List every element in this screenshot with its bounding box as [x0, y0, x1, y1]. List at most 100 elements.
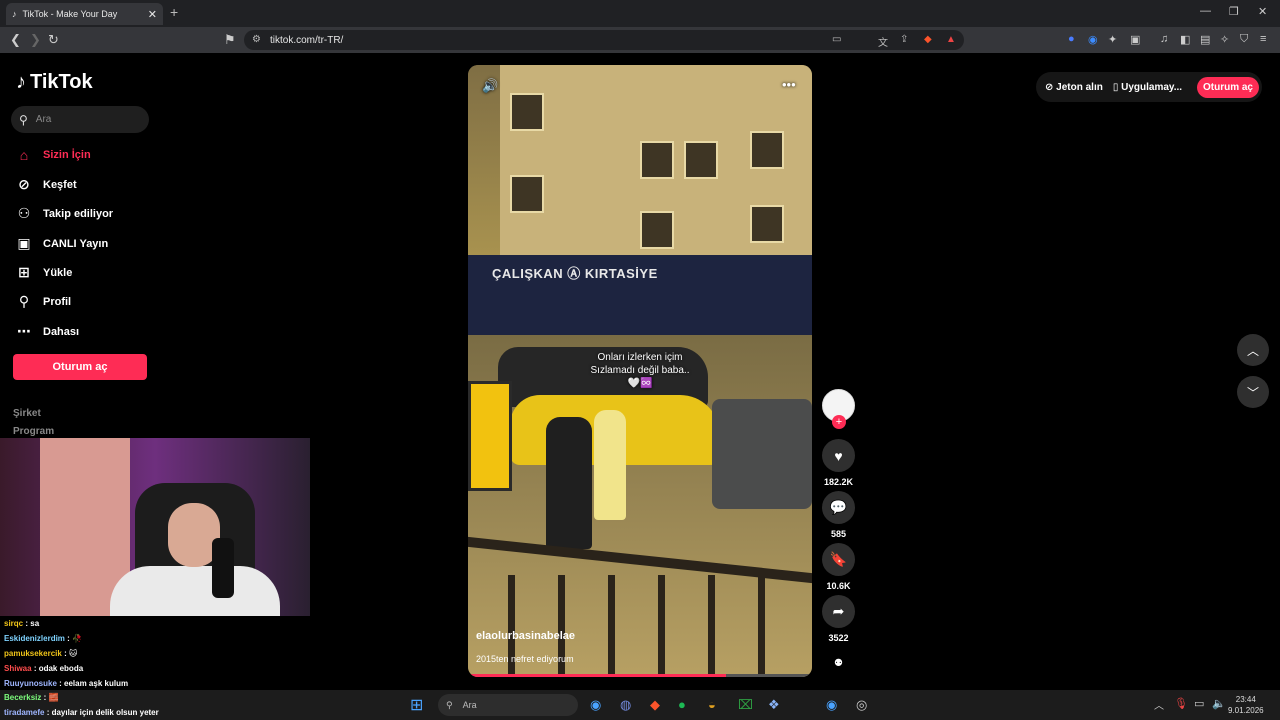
- bookmark-icon[interactable]: ⚑: [224, 32, 236, 48]
- minimize-button[interactable]: —: [1200, 5, 1211, 17]
- sidebar-item-explore[interactable]: ⊘ Keşfet: [15, 176, 77, 193]
- video-frame-shop: ÇALIŞKAN Ⓐ KIRTASİYE: [468, 255, 812, 335]
- share-count: 3522: [828, 633, 849, 643]
- video-frame-building: [500, 65, 812, 255]
- chat-message: tiradamefe : dayılar için delik olsun ye…: [4, 708, 159, 717]
- video-player[interactable]: ÇALIŞKAN Ⓐ KIRTASİYE Onları izlerken içi…: [468, 65, 812, 677]
- volume-icon[interactable]: 🔊: [482, 78, 498, 94]
- video-progress-bar[interactable]: [468, 674, 812, 677]
- forward-icon[interactable]: ❯: [30, 32, 41, 48]
- tiktok-logo[interactable]: ♪ TikTok: [16, 71, 93, 94]
- terminal-icon[interactable]: ⌧: [738, 697, 753, 713]
- shop-sign: ÇALIŞKAN Ⓐ KIRTASİYE: [492, 266, 658, 281]
- display-icon[interactable]: ▭: [1194, 697, 1204, 710]
- following-icon: ⚇: [17, 205, 31, 221]
- top-login-button[interactable]: Oturum aç: [1196, 76, 1259, 98]
- brave-shield-icon[interactable]: ◆: [924, 34, 932, 45]
- browser-tab[interactable]: ♪ TikTok - Make Your Day ✕: [6, 3, 163, 25]
- sidebar-item-profile[interactable]: ⚲ Profil: [15, 293, 71, 310]
- rewards-icon[interactable]: ▲: [946, 34, 956, 45]
- like-button[interactable]: ♥ 182.2K: [822, 439, 855, 487]
- upload-icon: ⊞: [18, 264, 30, 280]
- video-frame-lantern: [468, 381, 512, 491]
- get-app-button[interactable]: ▯ Uygulamay...: [1113, 82, 1182, 93]
- chevron-up-icon[interactable]: ︿: [1154, 697, 1164, 712]
- search-icon: ⚲: [19, 112, 28, 127]
- chat-message: Eskidenizlerdim : 🥀: [4, 634, 83, 643]
- vpn-icon[interactable]: ◉: [1088, 33, 1098, 46]
- sidebar-item-upload[interactable]: ⊞ Yükle: [15, 264, 72, 281]
- video-progress-fill: [468, 674, 726, 677]
- new-tab-button[interactable]: +: [170, 4, 178, 20]
- music-icon[interactable]: ♫: [1160, 33, 1168, 45]
- search-input[interactable]: ⚲ Ara: [11, 106, 149, 133]
- network-app-icon[interactable]: ❖: [768, 697, 780, 713]
- leo-icon[interactable]: ✧: [1220, 33, 1229, 46]
- brave-icon[interactable]: ◆: [650, 697, 660, 713]
- media-icon[interactable]: ▭: [832, 34, 841, 45]
- maximize-button[interactable]: ❐: [1229, 5, 1239, 18]
- more-icon: ⋯: [17, 323, 31, 339]
- url-text: tiktok.com/tr-TR/: [270, 34, 344, 46]
- close-window-button[interactable]: ✕: [1258, 5, 1267, 18]
- comment-button[interactable]: 💬 585: [822, 491, 855, 539]
- tiktok-favicon-icon: ♪: [12, 9, 17, 19]
- url-field[interactable]: ⚙ tiktok.com/tr-TR/ ▭ 文 ⇪ ◆ ▲: [244, 30, 964, 50]
- clock-time: 23:44: [1235, 695, 1256, 704]
- discord-icon[interactable]: ◍: [620, 697, 631, 713]
- tab-close-icon[interactable]: ✕: [148, 8, 157, 21]
- get-coins-button[interactable]: ⊘ Jeton alın: [1045, 82, 1103, 93]
- clock-date: 9.01.2026: [1228, 706, 1264, 715]
- shield-icon[interactable]: ⛉: [1240, 33, 1248, 46]
- chat-message: Shiwaa : odak eboda: [4, 664, 84, 673]
- translate-icon[interactable]: 文: [878, 34, 888, 49]
- video-text-overlay: Onları izlerken içim Sızlamadı değil bab…: [590, 352, 690, 389]
- sidebar-item-live[interactable]: ▣ CANLI Yayın: [15, 235, 108, 252]
- more-options-icon[interactable]: •••: [782, 77, 796, 92]
- steam-icon[interactable]: ◉: [826, 697, 837, 713]
- screenshot-icon[interactable]: ▣: [1130, 33, 1140, 46]
- obs-icon[interactable]: ◎: [856, 697, 867, 713]
- microphone-icon[interactable]: 🎙: [1174, 697, 1188, 710]
- sidebar-item-for-you[interactable]: ⌂ Sizin İçin: [15, 147, 91, 163]
- share-icon: ➦: [822, 595, 855, 628]
- footer-link-program[interactable]: Program: [13, 426, 54, 437]
- previous-video-button[interactable]: ︿: [1237, 334, 1269, 366]
- spotify-icon[interactable]: ●: [678, 697, 686, 712]
- site-info-icon[interactable]: ⚙: [252, 34, 261, 45]
- volume-icon[interactable]: 🔈: [1212, 697, 1226, 710]
- reload-icon[interactable]: ↻: [48, 32, 59, 48]
- share-button[interactable]: ➦ 3522: [822, 595, 855, 643]
- video-frame-person: [546, 417, 592, 549]
- chat-message: sirqc : sa: [4, 619, 40, 628]
- menu-icon[interactable]: ≡: [1260, 33, 1266, 45]
- address-bar: ❮ ❯ ↻ ⚑ ⚙ tiktok.com/tr-TR/ ▭ 文 ⇪ ◆ ▲ ● …: [0, 27, 1280, 53]
- app-icon[interactable]: ◒: [708, 697, 716, 712]
- sidebar-login-button[interactable]: Oturum aç: [13, 354, 147, 380]
- steam-icon[interactable]: ◉: [590, 697, 601, 713]
- puzzle-icon[interactable]: ✦: [1108, 33, 1117, 46]
- footer-link-company[interactable]: Şirket: [13, 408, 41, 419]
- live-icon: ▣: [17, 235, 31, 251]
- sidebar-item-more[interactable]: ⋯ Dahası: [15, 323, 79, 340]
- taskbar-search[interactable]: ⚲ Ara: [438, 694, 578, 716]
- save-count: 10.6K: [826, 581, 851, 591]
- video-description: 2015ten nefret ediyorum: [476, 654, 574, 664]
- music-disc-icon[interactable]: ⚉: [834, 658, 843, 669]
- video-username[interactable]: elaolurbasinabelae: [476, 630, 575, 642]
- share-icon[interactable]: ⇪: [900, 34, 908, 45]
- wallet-icon[interactable]: ▤: [1200, 33, 1210, 46]
- bookmark-icon: 🔖: [822, 543, 855, 576]
- next-video-button[interactable]: ﹀: [1237, 376, 1269, 408]
- search-placeholder: Ara: [35, 114, 52, 125]
- search-icon: ⚲: [446, 699, 453, 710]
- save-button[interactable]: 🔖 10.6K: [822, 543, 855, 591]
- back-icon[interactable]: ❮: [10, 32, 21, 48]
- follow-plus-icon[interactable]: +: [832, 415, 846, 429]
- sidebar-icon[interactable]: ◧: [1180, 33, 1190, 46]
- extension-icon[interactable]: ●: [1068, 33, 1075, 45]
- sidebar-item-following[interactable]: ⚇ Takip ediliyor: [15, 205, 113, 222]
- windows-start-icon[interactable]: ⊞: [410, 695, 423, 715]
- taskbar-clock[interactable]: 23:44 9.01.2026: [1228, 694, 1264, 716]
- chat-message: Ruuyunosuke : eelam aşk kulum: [4, 679, 129, 688]
